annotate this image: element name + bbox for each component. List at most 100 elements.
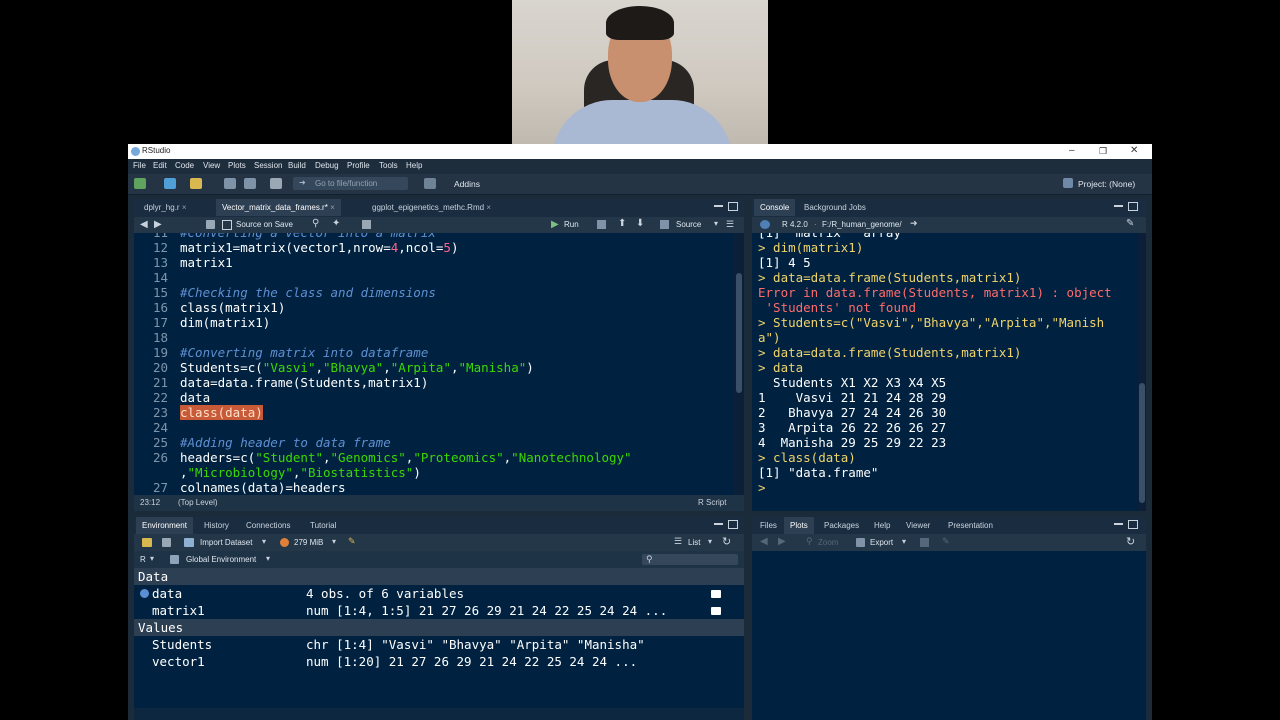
env-row-students[interactable]: Students chr [1:4] "Vasvi" "Bhavya" "Arp… [134, 636, 744, 653]
editor-scrollbar[interactable] [734, 233, 744, 495]
print-icon[interactable] [270, 178, 282, 189]
dropdown-icon[interactable]: ▾ [150, 554, 154, 563]
zoom-button[interactable]: Zoom [818, 538, 838, 547]
menu-build[interactable]: Build [288, 161, 306, 170]
close-tab-icon[interactable]: × [182, 203, 187, 212]
forward-arrow-icon[interactable]: ▶ [154, 219, 162, 230]
goto-file-input[interactable]: ➜ Go to file/function [293, 177, 408, 190]
goto-directory-icon[interactable]: ➜ [910, 218, 918, 229]
save-icon[interactable] [224, 178, 236, 189]
close-tab-icon[interactable]: × [486, 203, 491, 212]
section-header-values[interactable]: Values [134, 619, 744, 636]
refresh-icon[interactable]: ↻ [722, 535, 731, 548]
broom-icon[interactable]: ✎ [348, 536, 356, 547]
tab-packages[interactable]: Packages [818, 517, 865, 534]
menu-profile[interactable]: Profile [347, 161, 370, 170]
open-file-icon[interactable] [190, 178, 202, 189]
search-icon[interactable]: ⚲ [312, 218, 319, 229]
forward-arrow-icon[interactable]: ▶ [778, 536, 786, 547]
dropdown-icon[interactable]: ▾ [266, 554, 270, 563]
restore-icon[interactable]: ❐ [1099, 146, 1107, 157]
console-scrollbar[interactable] [1138, 233, 1146, 511]
load-workspace-icon[interactable] [142, 538, 152, 547]
menu-plots[interactable]: Plots [228, 161, 246, 170]
console-output[interactable]: [1] "matrix" "array"> dim(matrix1)[1] 4 … [752, 233, 1138, 511]
tab-environment[interactable]: Environment [136, 517, 193, 534]
tab-console[interactable]: Console [754, 199, 796, 216]
compile-report-icon[interactable] [362, 220, 371, 229]
save-all-icon[interactable] [244, 178, 256, 189]
source-button[interactable]: Source [676, 220, 701, 229]
tab-files[interactable]: Files [754, 517, 783, 534]
view-table-icon[interactable] [711, 607, 721, 615]
global-environment-selector[interactable]: Global Environment [186, 555, 256, 564]
minimize-pane-icon[interactable] [1114, 523, 1123, 525]
clear-console-icon[interactable]: ✎ [1126, 218, 1134, 229]
tab-tutorial[interactable]: Tutorial [304, 517, 342, 534]
save-icon[interactable] [206, 220, 215, 229]
dropdown-icon[interactable]: ▾ [262, 537, 266, 546]
env-row-matrix1[interactable]: matrix1 num [1:4, 1:5] 21 27 26 29 21 24… [134, 602, 744, 619]
menu-tools[interactable]: Tools [379, 161, 398, 170]
memory-usage[interactable]: 279 MiB [294, 538, 323, 547]
up-arrow-icon[interactable]: ⬆ [618, 218, 626, 229]
section-header-data[interactable]: Data [134, 568, 744, 585]
minimize-pane-icon[interactable] [714, 523, 723, 525]
env-row-vector1[interactable]: vector1 num [1:20] 21 27 26 29 21 24 22 … [134, 653, 744, 670]
language-selector[interactable]: R [140, 555, 146, 564]
dropdown-icon[interactable]: ▾ [708, 537, 712, 546]
import-dataset-button[interactable]: Import Dataset [200, 538, 252, 547]
back-arrow-icon[interactable]: ◀ [760, 536, 768, 547]
scope-indicator[interactable]: (Top Level) [178, 498, 218, 507]
close-icon[interactable]: ✕ [1130, 145, 1138, 156]
dropdown-icon[interactable]: ▾ [332, 537, 336, 546]
view-table-icon[interactable] [711, 590, 721, 598]
run-icon[interactable]: ▶ [551, 219, 559, 230]
save-workspace-icon[interactable] [162, 538, 171, 547]
tab-viewer[interactable]: Viewer [900, 517, 936, 534]
tab-connections[interactable]: Connections [240, 517, 296, 534]
outline-icon[interactable]: ☰ [726, 219, 734, 230]
wand-icon[interactable]: ✦ [332, 218, 340, 229]
source-dropdown-icon[interactable]: ▾ [714, 219, 718, 228]
clear-plots-icon[interactable]: ✎ [942, 536, 950, 547]
addins-menu[interactable]: Addins [454, 179, 480, 189]
minimize-pane-icon[interactable] [714, 205, 723, 207]
maximize-pane-icon[interactable] [1128, 520, 1138, 529]
menu-debug[interactable]: Debug [315, 161, 339, 170]
maximize-pane-icon[interactable] [1128, 202, 1138, 211]
tab-vector-matrix[interactable]: Vector_matrix_data_frames.r* × [216, 199, 341, 216]
close-tab-icon[interactable]: × [330, 203, 335, 212]
scroll-thumb[interactable] [736, 273, 742, 393]
filetype-selector[interactable]: R Script [698, 498, 726, 507]
code-editor[interactable]: 11 #Converting a vector into a matrix 12 ma… [134, 233, 734, 495]
dropdown-icon[interactable]: ▾ [902, 537, 906, 546]
menu-file[interactable]: File [133, 161, 146, 170]
menu-view[interactable]: View [203, 161, 220, 170]
menu-code[interactable]: Code [175, 161, 194, 170]
new-file-icon[interactable] [134, 178, 146, 189]
env-row-data[interactable]: data 4 obs. of 6 variables [134, 585, 744, 602]
export-button[interactable]: Export [870, 538, 893, 547]
tab-help[interactable]: Help [868, 517, 896, 534]
tab-ggplot[interactable]: ggplot_epigenetics_methc.Rmd × [366, 199, 497, 216]
list-view-selector[interactable]: List [688, 538, 700, 547]
tab-dplyr[interactable]: dplyr_hg.r × [138, 199, 192, 216]
menu-help[interactable]: Help [406, 161, 422, 170]
grid-layout-icon[interactable] [424, 178, 436, 189]
project-menu[interactable]: Project: (None) [1078, 179, 1135, 189]
tab-presentation[interactable]: Presentation [942, 517, 999, 534]
refresh-icon[interactable]: ↻ [1126, 535, 1135, 548]
scroll-thumb[interactable] [1139, 383, 1145, 503]
maximize-pane-icon[interactable] [728, 520, 738, 529]
remove-plot-icon[interactable] [920, 538, 929, 547]
expand-icon[interactable] [140, 589, 149, 598]
minimize-pane-icon[interactable] [1114, 205, 1123, 207]
down-arrow-icon[interactable]: ⬇ [636, 218, 644, 229]
menu-session[interactable]: Session [254, 161, 282, 170]
maximize-pane-icon[interactable] [728, 202, 738, 211]
tab-history[interactable]: History [198, 517, 235, 534]
menu-edit[interactable]: Edit [153, 161, 167, 170]
new-project-icon[interactable] [164, 178, 176, 189]
tab-plots[interactable]: Plots [784, 517, 814, 534]
